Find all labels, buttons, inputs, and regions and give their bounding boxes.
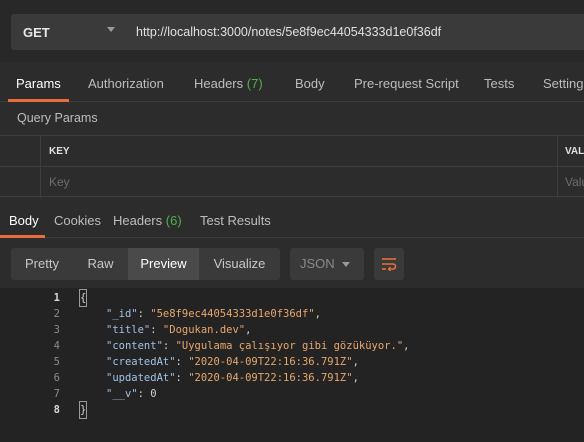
request-tabs: Params Authorization Headers (7) Body Pr…: [0, 66, 584, 102]
code-line: 7 "__v": 0: [0, 386, 584, 402]
line-number: 5: [53, 356, 60, 368]
json-value: 0: [150, 388, 157, 400]
request-bar: GET http://localhost:3000/notes/5e8f9ec4…: [0, 0, 584, 62]
response-body-viewer[interactable]: 1 { 2 "_id": "5e8f9ec44054333d1e0f36df",…: [0, 288, 584, 442]
code-line: 1 {: [0, 289, 584, 307]
close-brace: }: [78, 401, 88, 419]
json-value: "5e8f9ec44054333d1e0f36df": [150, 308, 315, 320]
response-toolbar: Pretty Raw Preview Visualize JSON: [0, 248, 584, 280]
response-tab-body[interactable]: Body: [0, 204, 45, 238]
wrap-lines-icon: [382, 258, 397, 271]
response-tabs: Body Cookies Headers (6) Test Results: [0, 204, 584, 238]
json-value: "2020-04-09T22:16:36.791Z": [188, 372, 353, 384]
chevron-down-icon: [342, 262, 350, 267]
json-key: "updatedAt": [106, 372, 176, 384]
line-number: 8: [53, 404, 60, 416]
pretty-button[interactable]: Pretty: [11, 248, 73, 280]
method-label: GET: [23, 24, 50, 40]
tab-pre-request-script[interactable]: Pre-request Script: [354, 66, 459, 102]
response-tab-headers[interactable]: Headers (6): [113, 204, 182, 238]
method-select[interactable]: GET: [11, 14, 125, 50]
line-number: 1: [53, 292, 60, 304]
open-brace: {: [78, 289, 88, 307]
line-number: 6: [53, 372, 60, 384]
key-column-header: KEY: [40, 136, 558, 167]
preview-button[interactable]: Preview: [128, 248, 199, 280]
table-row: Key Value: [0, 167, 584, 198]
tab-authorization[interactable]: Authorization: [88, 66, 164, 102]
url-text: http://localhost:3000/notes/5e8f9ec44054…: [136, 25, 442, 39]
line-number: 2: [53, 308, 60, 320]
tab-headers[interactable]: Headers (7): [194, 66, 263, 102]
format-label: JSON: [300, 256, 335, 271]
table-header-row: KEY VALUE: [0, 136, 584, 167]
value-column-header: VALUE: [565, 146, 584, 157]
tab-body[interactable]: Body: [295, 66, 325, 102]
raw-button[interactable]: Raw: [73, 248, 128, 280]
tab-settings[interactable]: Settings: [543, 66, 584, 102]
json-key: "content": [106, 340, 163, 352]
wrap-lines-button[interactable]: [374, 248, 404, 280]
json-value: "2020-04-09T22:16:36.791Z": [188, 356, 353, 368]
code-line: 4 "content": "Uygulama çalışıyor gibi gö…: [0, 338, 584, 354]
headers-count: (7): [246, 76, 263, 91]
line-number: 7: [53, 388, 60, 400]
postman-window: GET http://localhost:3000/notes/5e8f9ec4…: [0, 0, 584, 442]
code-line: 5 "createdAt": "2020-04-09T22:16:36.791Z…: [0, 354, 584, 370]
key-input[interactable]: Key: [40, 167, 558, 198]
code-line: 8 }: [0, 401, 584, 419]
json-key: "createdAt": [106, 356, 176, 368]
code-line: 2 "_id": "5e8f9ec44054333d1e0f36df",: [0, 306, 584, 322]
url-input[interactable]: http://localhost:3000/notes/5e8f9ec44054…: [125, 14, 584, 50]
json-key: "__v": [106, 388, 138, 400]
code-line: 3 "title": "Dogukan.dev",: [0, 322, 584, 338]
response-headers-count: (6): [165, 213, 182, 228]
tab-params[interactable]: Params: [8, 66, 69, 102]
format-select[interactable]: JSON: [290, 248, 364, 280]
response-tab-cookies[interactable]: Cookies: [54, 204, 101, 238]
query-params-table: KEY VALUE Key Value: [0, 135, 584, 198]
line-number: 3: [53, 324, 60, 336]
code-line: 6 "updatedAt": "2020-04-09T22:16:36.791Z…: [0, 370, 584, 386]
response-tab-test-results[interactable]: Test Results: [200, 204, 271, 238]
view-mode-group: Pretty Raw Preview Visualize: [11, 248, 280, 280]
chevron-down-icon: [107, 27, 115, 32]
tab-tests[interactable]: Tests: [484, 66, 514, 102]
visualize-button[interactable]: Visualize: [199, 248, 280, 280]
json-key: "title": [106, 324, 151, 336]
value-input[interactable]: Value: [558, 167, 584, 198]
json-key: "_id": [106, 308, 138, 320]
line-number: 4: [53, 340, 60, 352]
json-value: "Dogukan.dev": [162, 324, 246, 336]
json-value: "Uygulama çalışıyor gibi gözüküyor.": [175, 340, 404, 352]
query-params-title: Query Params: [17, 111, 98, 125]
